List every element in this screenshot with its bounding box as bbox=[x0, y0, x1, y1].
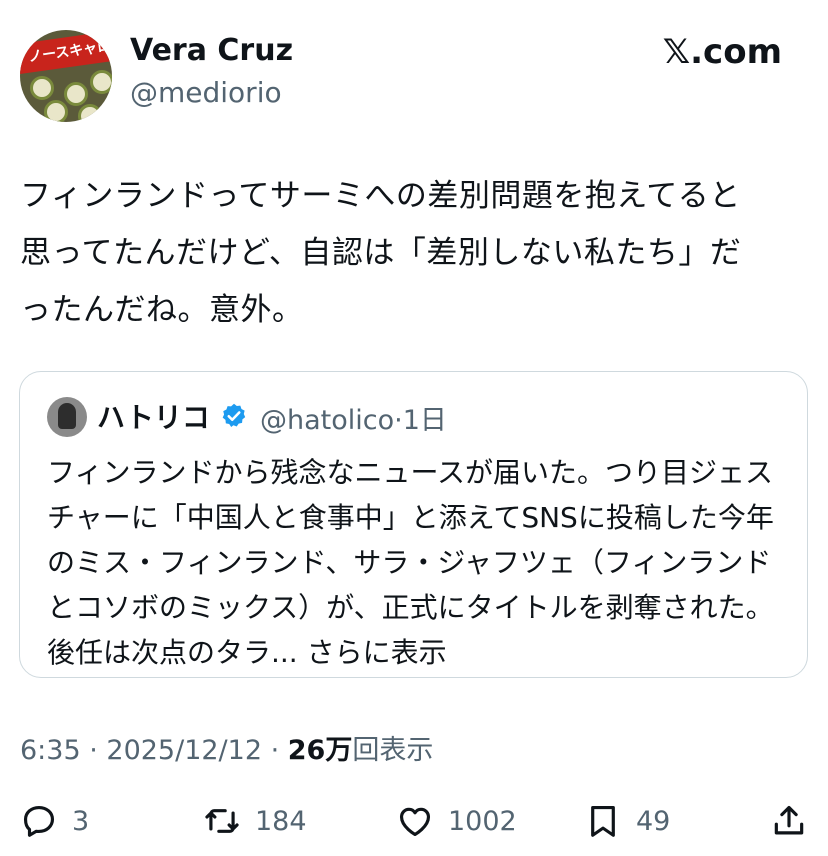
retweet-icon bbox=[205, 809, 239, 833]
retweet-button[interactable]: 184 bbox=[203, 796, 307, 846]
avatar-pattern-dot bbox=[78, 104, 102, 122]
verified-icon bbox=[222, 403, 246, 427]
avatar-figure bbox=[58, 403, 76, 429]
tweet-time[interactable]: 6:35 bbox=[20, 735, 81, 766]
author-handle[interactable]: @mediorio bbox=[130, 76, 282, 109]
reply-button[interactable]: 3 bbox=[20, 796, 89, 846]
bookmark-icon bbox=[591, 805, 615, 837]
tweet-text-line: ったんだね。意外。 bbox=[20, 292, 304, 328]
tweet-date[interactable]: 2025/12/12 bbox=[106, 735, 262, 766]
show-more-link[interactable]: さらに表示 bbox=[307, 636, 447, 669]
meta-separator: · bbox=[262, 735, 288, 766]
author-name[interactable]: Vera Cruz bbox=[130, 33, 293, 68]
tweet-meta: 6:35 · 2025/12/12 · 26万回表示 bbox=[20, 728, 433, 767]
quoted-author-handle[interactable]: @hatolico bbox=[260, 405, 394, 436]
avatar-pattern-dot bbox=[64, 82, 88, 106]
avatar-pattern-dot bbox=[90, 70, 112, 94]
tweet-text: フィンランドってサーミへの差別問題を抱えてると 思ってたんだけど、自認は「差別し… bbox=[20, 168, 810, 339]
tweet-text-line: フィンランドってサーミへの差別問題を抱えてると bbox=[20, 178, 741, 214]
quoted-tweet-text: フィンランドから残念なニュースが届いた。つり目ジェスチャーに「中国人と食事中」と… bbox=[47, 450, 792, 675]
share-button[interactable] bbox=[770, 796, 808, 846]
bookmark-button[interactable]: 49 bbox=[584, 796, 670, 846]
tweet-text-line: 思ってたんだけど、自認は「差別しない私たち」だ bbox=[20, 235, 742, 271]
avatar-banner-text: ノースキャロライ bbox=[20, 30, 112, 75]
author-avatar[interactable]: ノースキャロライ bbox=[20, 30, 112, 122]
quoted-tweet-time: ·1日 bbox=[394, 405, 447, 436]
source-label: 𝕏.com bbox=[662, 32, 782, 72]
like-icon bbox=[399, 807, 431, 837]
views-label: 回表示 bbox=[352, 735, 434, 766]
avatar-pattern-dot bbox=[30, 76, 54, 100]
reply-icon bbox=[23, 805, 55, 837]
reply-count: 3 bbox=[72, 805, 90, 837]
retweet-count: 184 bbox=[255, 805, 307, 837]
meta-separator: · bbox=[80, 735, 107, 766]
share-icon bbox=[774, 805, 804, 835]
quoted-author-name[interactable]: ハトリコ bbox=[97, 396, 210, 436]
action-bar: 3 184 1002 49 bbox=[0, 796, 828, 846]
quoted-author-handle-and-time: @hatolico·1日 bbox=[260, 398, 447, 437]
quoted-author-avatar[interactable] bbox=[47, 397, 87, 437]
like-count: 1002 bbox=[448, 805, 517, 837]
like-button[interactable]: 1002 bbox=[396, 796, 517, 846]
quoted-tweet-card[interactable]: ハトリコ @hatolico·1日 フィンランドから残念なニュースが届いた。つり… bbox=[19, 371, 808, 678]
bookmark-count: 49 bbox=[636, 805, 671, 837]
views-count: 26万 bbox=[287, 735, 353, 766]
avatar-pattern-dot bbox=[44, 100, 68, 122]
